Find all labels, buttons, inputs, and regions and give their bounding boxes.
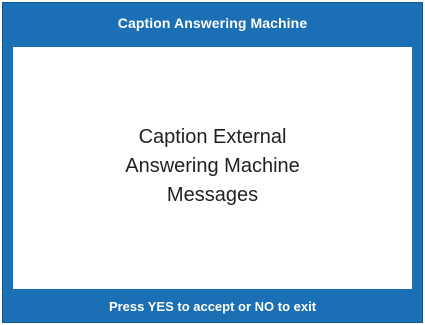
- screen-title: Caption Answering Machine: [117, 15, 308, 31]
- message-line: Caption External: [138, 125, 287, 148]
- message-line: Answering Machine: [125, 154, 300, 177]
- instruction-bar: Press YES to accept or NO to exit: [3, 290, 422, 322]
- instruction-text: Press YES to accept or NO to exit: [108, 298, 317, 314]
- message-panel: Caption External Answering Machine Messa…: [13, 47, 412, 289]
- title-bar: Caption Answering Machine: [3, 3, 422, 43]
- device-screen: Caption Answering Machine Caption Extern…: [2, 2, 423, 323]
- message-line: Messages: [166, 183, 259, 206]
- prompt-message: Caption External Answering Machine Messa…: [125, 123, 300, 210]
